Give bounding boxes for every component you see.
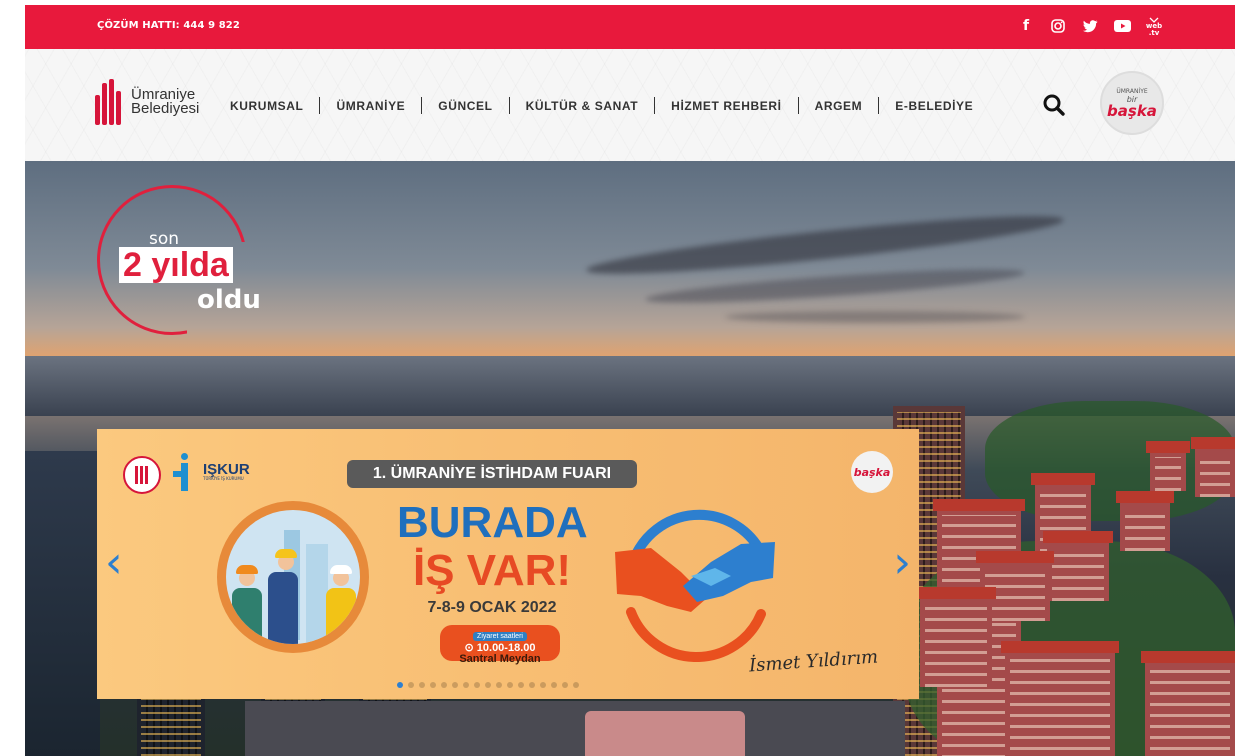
hotline-text: ÇÖZÜM HATTI: 444 9 822 bbox=[97, 20, 240, 31]
nav-item-umraniye[interactable]: ÜMRANİYE bbox=[336, 99, 405, 113]
badge-top-text: ÜMRANİYE bbox=[1116, 88, 1148, 95]
slide-baska-badge: başka bbox=[851, 451, 893, 493]
nav-divider bbox=[797, 97, 799, 114]
residential-building bbox=[1191, 437, 1235, 497]
nav-divider bbox=[421, 97, 423, 114]
nav-item-kultur-sanat[interactable]: KÜLTÜR & SANAT bbox=[526, 99, 639, 113]
slider-dot[interactable] bbox=[496, 682, 502, 688]
left-highway bbox=[25, 451, 100, 756]
fair-banner: 1. ÜMRANİYE İSTİHDAM FUARI bbox=[347, 460, 637, 488]
page: ÇÖZÜM HATTI: 444 9 822 f web .tv Ümraniy… bbox=[0, 0, 1252, 756]
iskur-logo: IŞKUR TÜRKİYE İŞ KURUMU bbox=[173, 453, 250, 491]
slider-dot[interactable] bbox=[441, 682, 447, 688]
hero-slider: ‹ › IŞKUR TÜRKİYE İŞ KURUMU 1. ÜMRANİYE … bbox=[97, 429, 919, 699]
son-2-yilda-oldu-stamp: son 2 yılda oldu bbox=[97, 185, 261, 345]
handshake-icon bbox=[615, 509, 775, 662]
instagram-icon[interactable] bbox=[1049, 15, 1067, 37]
worker-figure bbox=[232, 565, 262, 644]
stamp-oldu-text: oldu bbox=[197, 285, 261, 315]
webtv-icon[interactable]: web .tv bbox=[1145, 15, 1163, 37]
logo-text: Ümraniye Belediyesi bbox=[131, 87, 200, 117]
bir-baska-badge[interactable]: ÜMRANİYE bir başka bbox=[1100, 71, 1164, 135]
cloud bbox=[725, 311, 1025, 323]
slider-dot[interactable] bbox=[430, 682, 436, 688]
slider-next-arrow[interactable]: › bbox=[893, 541, 911, 585]
slider-dot[interactable] bbox=[474, 682, 480, 688]
social-links: f web .tv bbox=[1017, 15, 1163, 37]
residential-building bbox=[1001, 641, 1119, 756]
iskur-subtitle: TÜRKİYE İŞ KURUMU bbox=[203, 476, 244, 481]
nav-item-guncel[interactable]: GÜNCEL bbox=[438, 99, 492, 113]
nav-item-argem[interactable]: ARGEM bbox=[815, 99, 863, 113]
foreground-building bbox=[585, 711, 745, 756]
residential-building bbox=[1141, 651, 1235, 756]
nav-divider bbox=[508, 97, 510, 114]
nav-item-hizmet-rehberi[interactable]: HİZMET REHBERİ bbox=[671, 99, 781, 113]
residential-building bbox=[1043, 531, 1113, 601]
site-logo[interactable]: Ümraniye Belediyesi bbox=[95, 79, 199, 125]
nav-divider bbox=[654, 97, 656, 114]
slider-dot[interactable] bbox=[397, 682, 403, 688]
facebook-icon[interactable]: f bbox=[1017, 15, 1035, 37]
worker-figure bbox=[268, 549, 304, 644]
slider-dot[interactable] bbox=[518, 682, 524, 688]
residential-building bbox=[916, 587, 996, 687]
worker-figure bbox=[326, 565, 356, 644]
badge-main-text: başka bbox=[1107, 102, 1157, 120]
slider-dot[interactable] bbox=[419, 682, 425, 688]
workers-illustration bbox=[217, 501, 369, 653]
fair-dates: 7-8-9 OCAK 2022 bbox=[427, 599, 557, 616]
nav-item-kurumsal[interactable]: KURUMSAL bbox=[230, 99, 303, 113]
slider-dot[interactable] bbox=[573, 682, 579, 688]
logo-mark-icon bbox=[95, 79, 125, 125]
twitter-icon[interactable] bbox=[1081, 15, 1099, 37]
iskur-mark-icon bbox=[173, 453, 197, 491]
residential-building bbox=[1116, 491, 1174, 551]
headline-is-var: İŞ VAR! bbox=[412, 546, 572, 595]
nav-item-e-belediye[interactable]: E-BELEDİYE bbox=[895, 99, 973, 113]
slider-dot[interactable] bbox=[540, 682, 546, 688]
slider-dot[interactable] bbox=[452, 682, 458, 688]
slider-dot[interactable] bbox=[529, 682, 535, 688]
svg-text:.tv: .tv bbox=[1149, 29, 1160, 36]
site-header: Ümraniye Belediyesi KURUMSAL ÜMRANİYE GÜ… bbox=[25, 49, 1235, 161]
slider-dot[interactable] bbox=[562, 682, 568, 688]
visit-hours-box: Ziyaret saatleri ⊙ 10.00-18.00 Santral M… bbox=[440, 625, 560, 665]
headline-burada: BURADA bbox=[397, 498, 588, 547]
stamp-main-text: 2 yılda bbox=[119, 247, 233, 283]
slider-prev-arrow[interactable]: ‹ bbox=[105, 541, 123, 585]
top-bar: ÇÖZÜM HATTI: 444 9 822 f web .tv bbox=[25, 5, 1235, 49]
visit-place: Santral Meydan bbox=[459, 653, 541, 665]
main-nav: KURUMSAL ÜMRANİYE GÜNCEL KÜLTÜR & SANAT … bbox=[230, 97, 973, 114]
slider-dot[interactable] bbox=[507, 682, 513, 688]
search-icon[interactable] bbox=[1042, 93, 1066, 117]
slider-dot[interactable] bbox=[551, 682, 557, 688]
slider-dot[interactable] bbox=[485, 682, 491, 688]
youtube-icon[interactable] bbox=[1113, 15, 1131, 37]
nav-divider bbox=[878, 97, 880, 114]
slider-dot[interactable] bbox=[463, 682, 469, 688]
umraniye-seal-icon bbox=[123, 456, 161, 494]
slider-dots bbox=[397, 682, 579, 688]
residential-building bbox=[1146, 441, 1190, 491]
slider-dot[interactable] bbox=[408, 682, 414, 688]
visit-label: Ziyaret saatleri bbox=[473, 632, 527, 641]
nav-divider bbox=[319, 97, 321, 114]
foreground-street bbox=[245, 701, 905, 756]
building-illustration bbox=[306, 544, 328, 644]
logo-line-2: Belediyesi bbox=[131, 100, 200, 117]
iskur-name: IŞKUR bbox=[203, 461, 250, 478]
